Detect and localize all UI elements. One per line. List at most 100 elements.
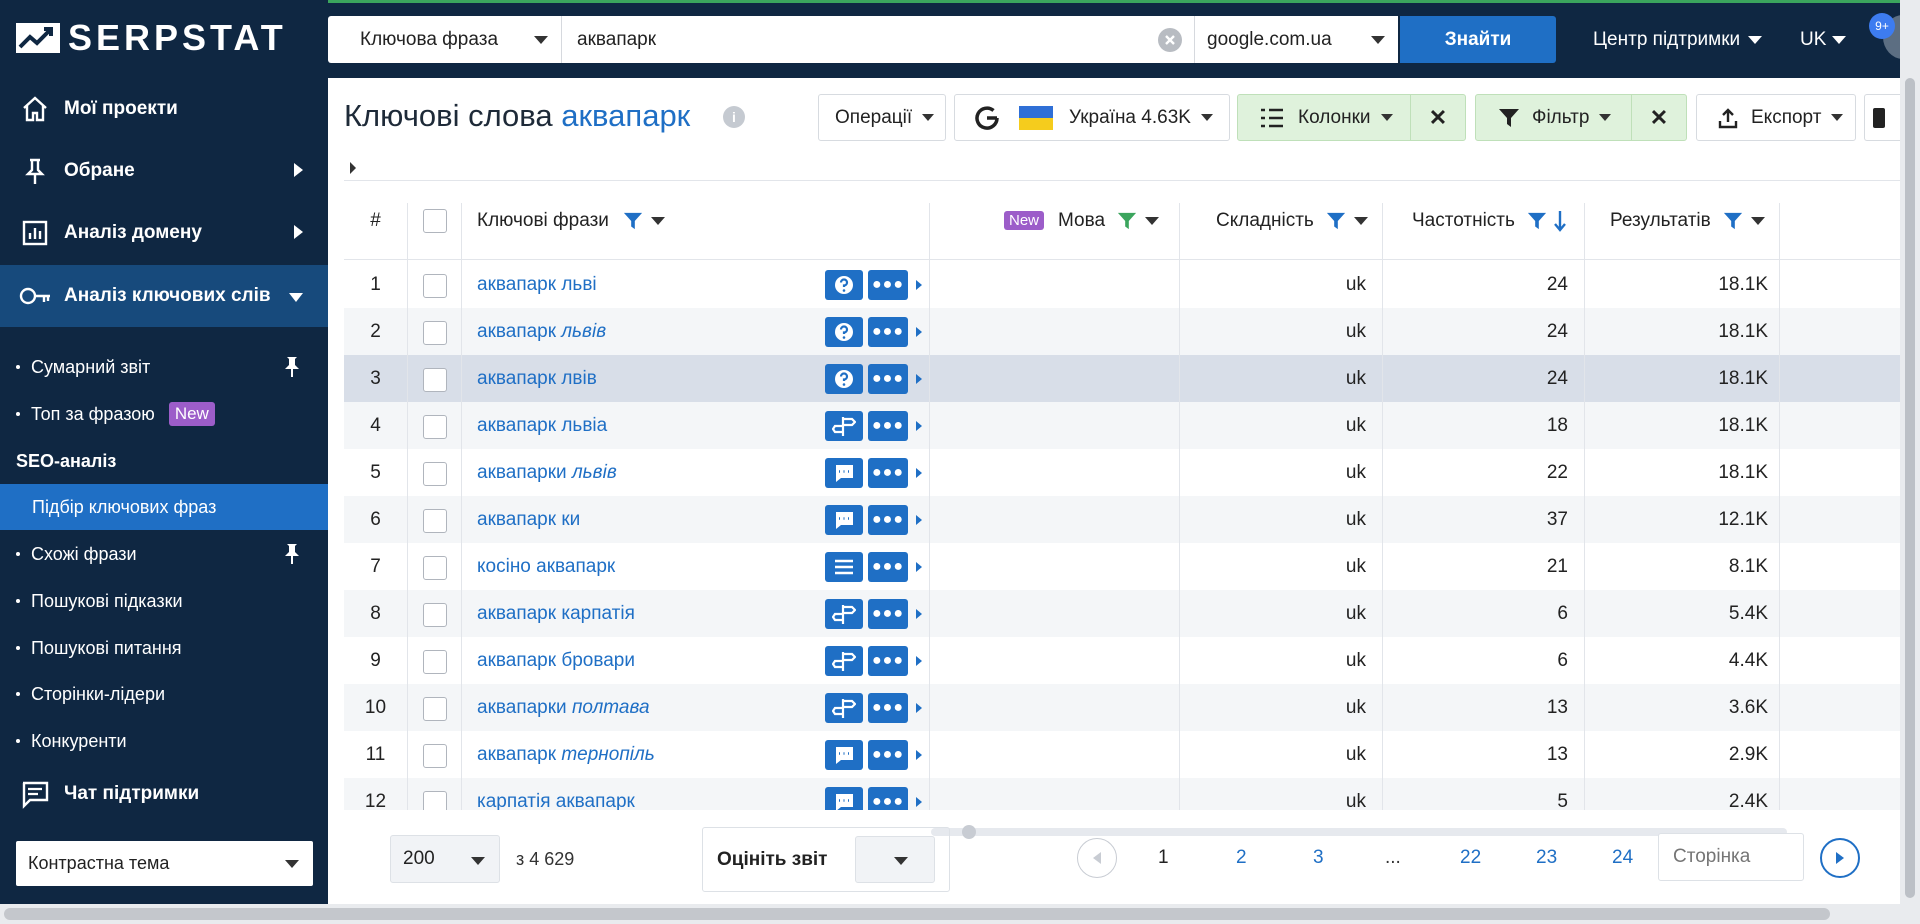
page-link[interactable]: 3 — [1313, 838, 1324, 878]
chevron-down-icon[interactable] — [650, 216, 665, 225]
table-row[interactable]: 11 аквапарк тернопіль ●●● uk 13 2.9K 94 — [344, 731, 1900, 778]
sidebar-item-search-suggestions[interactable]: Пошукові підказки — [0, 578, 328, 624]
more-actions-icon[interactable]: ●●● — [868, 458, 908, 488]
filter-icon[interactable] — [1527, 211, 1547, 231]
page-title-keyword[interactable]: аквапарк — [561, 98, 690, 133]
column-header-phrase[interactable]: Ключові фрази — [477, 181, 665, 260]
keyword-link[interactable]: аквапарк львіа — [477, 402, 607, 449]
search-input[interactable] — [562, 16, 1194, 63]
sidebar-item-competitors[interactable]: Конкуренти — [0, 718, 328, 764]
expand-row-icon[interactable] — [916, 421, 922, 431]
columns-reset-close-icon[interactable]: ✕ — [1410, 94, 1466, 141]
more-actions-icon[interactable]: ●●● — [868, 317, 908, 347]
table-row[interactable]: 10 аквапарки полтава ●●● uk 13 3.6K 98 — [344, 684, 1900, 731]
table-row[interactable]: 2 аквапарк львів ●●● uk 24 18.1K 120K — [344, 308, 1900, 355]
keyword-link[interactable]: аквапарки полтава — [477, 684, 650, 731]
page-horizontal-scroll-thumb[interactable] — [4, 908, 1830, 920]
question-icon[interactable] — [825, 270, 863, 300]
table-row[interactable]: 9 аквапарк бровари ●●● uk 6 4.4K 37.9K — [344, 637, 1900, 684]
page-scroll-thumb[interactable] — [1905, 78, 1915, 898]
table-row[interactable]: 7 косіно аквапарк ●●● uk 21 8.1K 1.55K — [344, 543, 1900, 590]
table-row[interactable]: 3 аквапарк лвів ●●● uk 24 18.1K 2.82K — [344, 355, 1900, 402]
row-checkbox[interactable] — [423, 744, 447, 768]
expand-row-icon[interactable] — [916, 374, 922, 384]
row-checkbox[interactable] — [423, 603, 447, 627]
column-header-results[interactable]: Результатів — [1610, 181, 1765, 260]
more-actions-icon[interactable]: ●●● — [868, 552, 908, 582]
keyword-link[interactable]: аквапарк бровари — [477, 637, 635, 684]
column-header-difficulty[interactable]: Складність — [1216, 181, 1368, 260]
search-engine-select[interactable]: google.com.ua — [1194, 16, 1398, 63]
chevron-down-icon[interactable] — [1145, 216, 1160, 225]
nav-domain-analysis[interactable]: Аналіз домену — [0, 202, 328, 264]
info-icon[interactable]: i — [723, 106, 745, 128]
more-actions-icon[interactable]: ●●● — [868, 693, 908, 723]
chat-bubble-icon[interactable] — [825, 787, 863, 810]
nav-keyword-analysis[interactable]: Аналіз ключових слів — [0, 265, 328, 327]
expand-panel-icon[interactable] — [350, 162, 356, 174]
row-checkbox[interactable] — [423, 509, 447, 533]
table-row[interactable]: 4 аквапарк львіа ●●● uk 18 18.1K 100 — [344, 402, 1900, 449]
search-type-select[interactable]: Ключова фраза — [328, 16, 562, 63]
list-icon[interactable] — [825, 552, 863, 582]
expand-row-icon[interactable] — [916, 750, 922, 760]
search-button[interactable]: Знайти — [1400, 16, 1556, 63]
table-row[interactable]: 5 аквапарки львів ●●● uk 22 18.1K 902K — [344, 449, 1900, 496]
operations-button[interactable]: Операції — [818, 94, 946, 141]
chevron-down-icon[interactable] — [1353, 216, 1368, 225]
sidebar-item-search-questions[interactable]: Пошукові питання — [0, 625, 328, 671]
nav-favorites[interactable]: Обране — [0, 140, 328, 202]
keyword-link[interactable]: аквапарк карпатія — [477, 590, 635, 637]
keyword-link[interactable]: аквапарк тернопіль — [477, 731, 655, 778]
page-link[interactable]: 2 — [1236, 838, 1247, 878]
expand-row-icon[interactable] — [916, 656, 922, 666]
more-actions-icon[interactable]: ●●● — [868, 740, 908, 770]
columns-button[interactable]: Колонки — [1237, 94, 1411, 141]
signpost-icon[interactable] — [825, 411, 863, 441]
keyword-link[interactable]: аквапарк льві — [477, 261, 597, 308]
row-checkbox[interactable] — [423, 556, 447, 580]
page-link[interactable]: 24 — [1612, 838, 1633, 878]
support-center-menu[interactable]: Центр підтримки — [1593, 16, 1763, 63]
row-checkbox[interactable] — [423, 650, 447, 674]
expand-row-icon[interactable] — [916, 703, 922, 713]
rate-report-select[interactable] — [855, 836, 935, 883]
filter-reset-close-icon[interactable]: ✕ — [1631, 94, 1687, 141]
expand-row-icon[interactable] — [916, 327, 922, 337]
pin-icon[interactable] — [282, 543, 302, 565]
column-header-language[interactable]: New Мова — [1004, 181, 1160, 260]
page-number-input[interactable] — [1658, 833, 1804, 881]
sidebar-item-top-by-phrase[interactable]: Топ за фразою New — [0, 391, 328, 437]
question-icon[interactable] — [825, 317, 863, 347]
chat-bubble-icon[interactable] — [825, 505, 863, 535]
table-row[interactable]: 6 аквапарк ки ●●● uk 37 12.1K 733K — [344, 496, 1900, 543]
prev-page-button[interactable] — [1077, 838, 1117, 878]
question-icon[interactable] — [825, 364, 863, 394]
filter-icon[interactable] — [1117, 211, 1137, 231]
nav-support-chat[interactable]: Чат підтримки — [0, 763, 328, 825]
chat-bubble-icon[interactable] — [825, 458, 863, 488]
table-scroll-handle[interactable] — [962, 825, 976, 839]
page-link[interactable]: 22 — [1460, 838, 1481, 878]
sort-desc-icon[interactable] — [1553, 209, 1567, 233]
row-checkbox[interactable] — [423, 415, 447, 439]
expand-row-icon[interactable] — [916, 609, 922, 619]
expand-row-icon[interactable] — [916, 797, 922, 807]
table-row[interactable]: 1 аквапарк льві ●●● uk 24 18.1K 235K — [344, 261, 1900, 308]
theme-select[interactable]: Контрастна тема — [16, 841, 313, 886]
pin-icon[interactable] — [282, 356, 302, 378]
signpost-icon[interactable] — [825, 646, 863, 676]
row-checkbox[interactable] — [423, 462, 447, 486]
signpost-icon[interactable] — [825, 693, 863, 723]
table-row[interactable]: 12 карпатія аквапарк ●●● uk 5 2.4K 62 — [344, 778, 1900, 810]
sidebar-item-summary[interactable]: Сумарний звіт — [0, 344, 328, 390]
more-actions-icon[interactable]: ●●● — [868, 646, 908, 676]
keyword-link[interactable]: аквапарк лвів — [477, 355, 597, 402]
row-checkbox[interactable] — [423, 321, 447, 345]
expand-row-icon[interactable] — [916, 515, 922, 525]
more-actions-icon[interactable]: ●●● — [868, 364, 908, 394]
sidebar-item-leader-pages[interactable]: Сторінки-лідери — [0, 671, 328, 717]
region-select[interactable]: Україна 4.63K — [954, 94, 1230, 141]
more-actions-icon[interactable]: ●●● — [868, 411, 908, 441]
filter-icon[interactable] — [1326, 211, 1346, 231]
